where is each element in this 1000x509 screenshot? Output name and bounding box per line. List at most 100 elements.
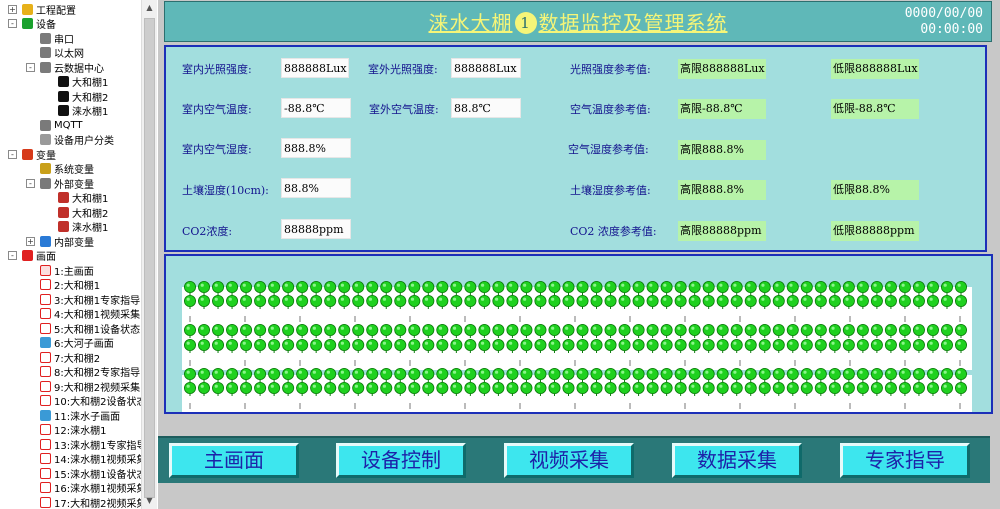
tree-item[interactable]: 大和棚2 bbox=[58, 205, 109, 220]
tree-item[interactable]: 8:大和棚2专家指导 bbox=[40, 365, 140, 379]
tree-item-label: 12:涞水棚1 bbox=[54, 426, 107, 437]
greenhouse-number: 1 bbox=[514, 12, 537, 34]
light-low-limit: 低限888888Lux bbox=[831, 59, 919, 79]
tree-expander-icon[interactable]: - bbox=[26, 62, 35, 72]
screen-icon bbox=[40, 424, 51, 435]
tree-expander-icon[interactable]: - bbox=[26, 178, 35, 188]
tree-item[interactable]: 外部变量 bbox=[40, 176, 94, 191]
tree-item[interactable]: 大和棚1 bbox=[58, 191, 108, 205]
tree-item[interactable]: 11:涞水子画面 bbox=[40, 408, 120, 423]
tree-expander-icon[interactable]: + bbox=[26, 236, 35, 246]
tree-item-label: 4:大和棚1视频采集 bbox=[54, 310, 141, 321]
tree-item[interactable]: 串口 bbox=[40, 31, 74, 46]
tree-item-label: 系统变量 bbox=[54, 165, 94, 176]
tree-item[interactable]: 10:大和棚2设备状态 bbox=[40, 394, 146, 408]
expert-guidance-button[interactable]: 专家指导 bbox=[840, 443, 970, 478]
tree-item[interactable]: 7:大和棚2 bbox=[40, 350, 100, 365]
tree-item-label: 6:大河子画面 bbox=[54, 339, 114, 350]
tree-item-label: 外部变量 bbox=[54, 179, 94, 191]
header-bar: 涞水大棚 1 数据监控及管理系统 0000/00/00 00:00:00 bbox=[164, 1, 992, 42]
tree-item-label: 10:大和棚2设备状态 bbox=[54, 397, 147, 408]
screen-icon bbox=[40, 453, 51, 464]
soil-humidity-high-limit: 高限888.8% bbox=[678, 180, 766, 200]
tree-item[interactable]: MQTT bbox=[40, 118, 83, 132]
tree-item[interactable]: 6:大河子画面 bbox=[40, 336, 114, 350]
tree-item[interactable]: 13:涞水棚1专家指导 bbox=[40, 437, 146, 452]
tree-item-label: 涞水棚1 bbox=[72, 223, 109, 234]
video-capture-button[interactable]: 视频采集 bbox=[504, 443, 634, 478]
clock: 0000/00/00 00:00:00 bbox=[905, 6, 983, 38]
tree-item[interactable]: 涞水棚1 bbox=[58, 104, 108, 118]
tree-item[interactable]: 大和棚1 bbox=[58, 75, 108, 89]
tree-item-label: 内部变量 bbox=[54, 237, 94, 249]
screen-icon bbox=[40, 467, 51, 479]
tree-item[interactable]: 3:大和棚1专家指导 bbox=[40, 292, 141, 307]
tree-item-label: 大和棚1 bbox=[72, 194, 109, 205]
tree-item[interactable]: 工程配置 bbox=[22, 2, 76, 17]
tree-item[interactable]: 14:涞水棚1视频采集 bbox=[40, 452, 146, 466]
tag-icon bbox=[58, 192, 69, 203]
gear-icon bbox=[22, 3, 33, 15]
tree-item-label: 3:大和棚1专家指导 bbox=[54, 295, 141, 307]
tree-item[interactable]: 1:主画面 bbox=[40, 263, 94, 278]
tree-item[interactable]: 15:涞水棚1设备状态 bbox=[40, 466, 146, 481]
tree-item[interactable]: 变量 bbox=[22, 147, 56, 162]
screen-icon bbox=[40, 293, 51, 305]
air-humidity-high-limit: 高限888.8% bbox=[678, 140, 766, 160]
tree-expander-icon[interactable]: - bbox=[8, 149, 17, 159]
indoor-temp-value: -88.8℃ bbox=[281, 98, 351, 118]
tree-item[interactable]: 17:大和棚2视频采集 bbox=[40, 495, 146, 509]
air-temp-low-limit: 低限-88.8℃ bbox=[831, 99, 919, 119]
scroll-thumb[interactable] bbox=[144, 18, 155, 498]
tree-item[interactable]: 2:大和棚1 bbox=[40, 278, 100, 292]
tree-item[interactable]: 16:涞水棚1视频采集 bbox=[40, 481, 146, 495]
tree-item-label: 串口 bbox=[54, 34, 74, 46]
light-high-limit: 高限888888Lux bbox=[678, 59, 766, 79]
tree-item[interactable]: 5:大和棚1设备状态 bbox=[40, 321, 140, 336]
tree-expander-icon[interactable]: - bbox=[8, 251, 17, 260]
tree-item[interactable]: 12:涞水棚1 bbox=[40, 423, 106, 437]
variable-icon bbox=[22, 148, 33, 160]
tree-item[interactable]: 4:大和棚1视频采集 bbox=[40, 307, 140, 321]
scroll-down-icon[interactable]: ▼ bbox=[142, 493, 157, 509]
tree-item[interactable]: 画面 bbox=[22, 249, 56, 263]
outdoor-light-label: 室外光照强度: bbox=[368, 63, 438, 76]
tree-item[interactable]: 设备用户分类 bbox=[40, 133, 114, 147]
tree-item[interactable]: 9:大和棚2视频采集 bbox=[40, 379, 140, 394]
tree-item[interactable]: 内部变量 bbox=[40, 234, 94, 249]
tree-item-label: 大和棚2 bbox=[72, 208, 109, 220]
tree-item[interactable]: 以太网 bbox=[40, 46, 84, 60]
scroll-up-icon[interactable]: ▲ bbox=[142, 0, 157, 16]
tree-expander-icon[interactable]: - bbox=[8, 19, 17, 28]
light-reference-label: 光照强度参考值: bbox=[570, 63, 651, 76]
tag-icon bbox=[58, 221, 69, 232]
tree-item-label: 以太网 bbox=[54, 49, 84, 60]
tree-item-label: 2:大和棚1 bbox=[54, 281, 101, 292]
soil-humidity-value: 88.8% bbox=[281, 178, 351, 198]
device-control-button[interactable]: 设备控制 bbox=[336, 443, 466, 478]
co2-high-limit: 高限88888ppm bbox=[678, 221, 766, 241]
tree-item[interactable]: 大和棚2 bbox=[58, 89, 108, 104]
data-capture-button[interactable]: 数据采集 bbox=[672, 443, 802, 478]
screen-icon bbox=[40, 496, 51, 508]
tree-item[interactable]: 系统变量 bbox=[40, 162, 94, 176]
screen-icon bbox=[40, 438, 51, 450]
date-display: 0000/00/00 bbox=[904, 6, 983, 21]
device-node-icon bbox=[58, 76, 69, 87]
tree-item[interactable]: 设备 bbox=[22, 17, 56, 31]
air-temp-reference-label: 空气温度参考值: bbox=[570, 103, 651, 116]
tree-item-label: 14:涞水棚1视频采集 bbox=[54, 455, 147, 466]
tree-scrollbar[interactable]: ▲ ▼ bbox=[141, 0, 157, 509]
home-button[interactable]: 主画面 bbox=[169, 443, 299, 478]
tree-item[interactable]: 云数据中心 bbox=[40, 60, 104, 75]
title-text-post: 数据监控及管理系统 bbox=[538, 11, 728, 35]
outdoor-temp-value: 88.8℃ bbox=[451, 98, 521, 118]
tree-item-label: 工程配置 bbox=[36, 5, 76, 17]
tree-item[interactable]: 涞水棚1 bbox=[58, 220, 108, 234]
screen-icon bbox=[40, 366, 51, 377]
tree-expander-icon[interactable]: + bbox=[8, 4, 17, 14]
tree-item-label: 画面 bbox=[36, 252, 56, 263]
screen-icon bbox=[40, 322, 51, 334]
indoor-light-label: 室内光照强度: bbox=[182, 63, 252, 76]
indoor-temp-label: 室内空气温度: bbox=[182, 103, 252, 116]
